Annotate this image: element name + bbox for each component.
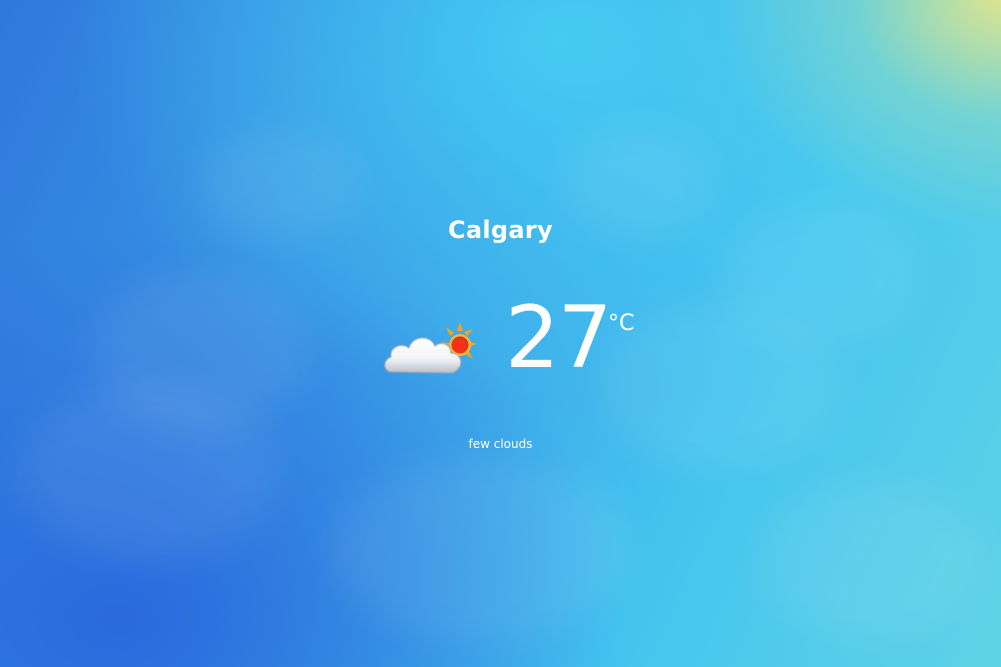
weather-card: Calgary 27 °C few clouds: [0, 0, 1001, 667]
cloud-sun-icon: [380, 316, 484, 382]
temperature-unit: °C: [608, 311, 635, 336]
temperature-value: 27: [505, 288, 612, 388]
weather-description: few clouds: [468, 437, 533, 451]
city-name: Calgary: [448, 216, 553, 244]
